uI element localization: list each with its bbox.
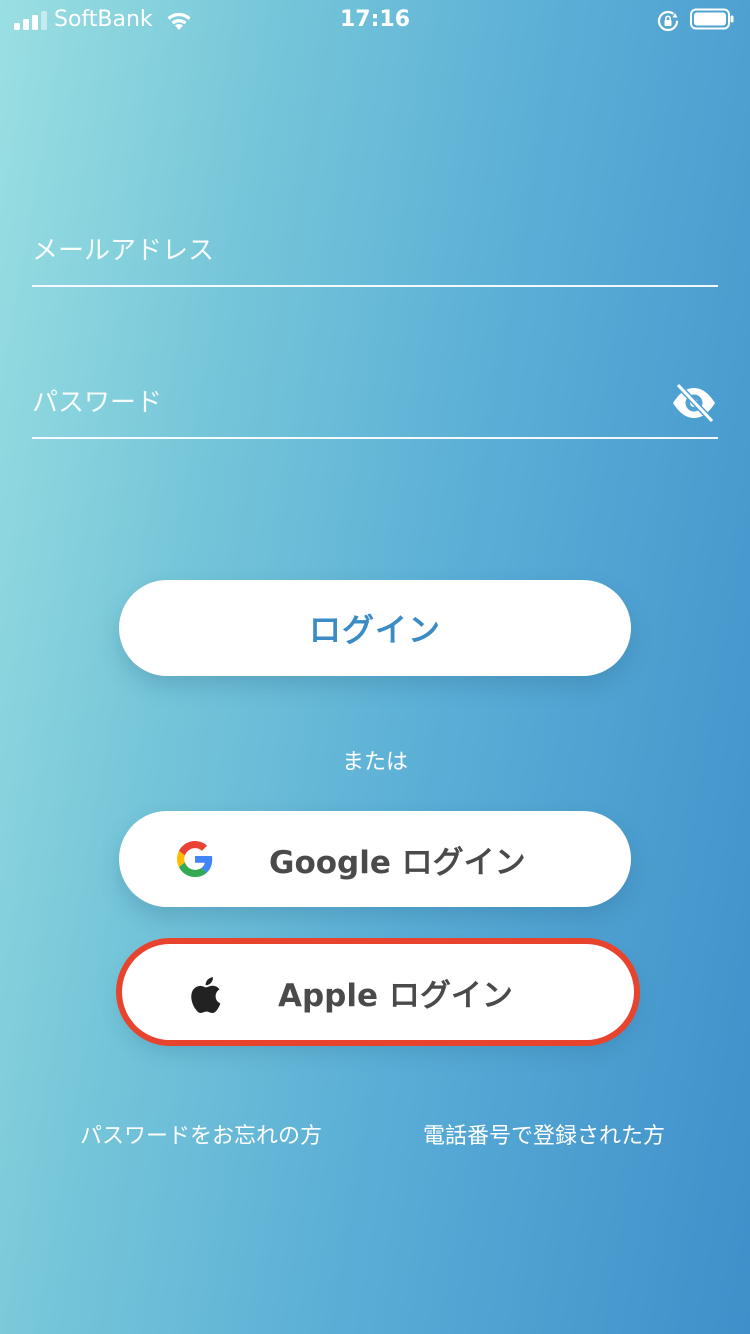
forgot-password-link[interactable]: パスワードをお忘れの方 [80, 1118, 322, 1150]
google-login-button[interactable]: Google ログイン [119, 811, 631, 907]
apple-logo-icon [191, 977, 221, 1014]
password-field[interactable] [32, 347, 718, 439]
google-login-label: Google ログイン [269, 844, 526, 881]
orientation-lock-icon [657, 10, 679, 32]
password-input[interactable] [32, 383, 652, 423]
email-field[interactable] [32, 195, 718, 287]
apple-login-label: Apple ログイン [278, 977, 513, 1014]
status-bar: SoftBank 17:16 [0, 0, 750, 40]
status-time: 17:16 [339, 7, 411, 32]
apple-login-button[interactable]: Apple ログイン [122, 944, 634, 1040]
login-button[interactable]: ログイン [119, 580, 631, 676]
google-g-icon [177, 841, 213, 877]
eye-slash-icon[interactable] [670, 379, 718, 427]
login-button-label: ログイン [308, 611, 441, 649]
or-divider-text: または [341, 750, 408, 775]
battery-icon [690, 8, 734, 30]
email-input[interactable] [32, 231, 652, 271]
phone-registered-link[interactable]: 電話番号で登録された方 [423, 1118, 665, 1150]
